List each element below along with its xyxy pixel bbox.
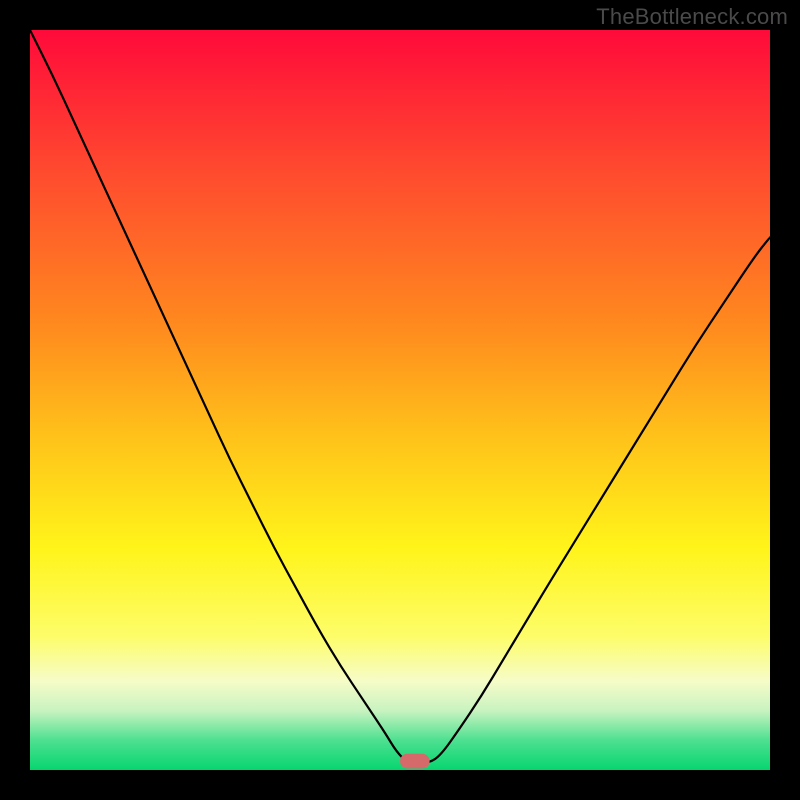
plot-area [30,30,770,770]
chart-container: TheBottleneck.com [0,0,800,800]
gradient-background [30,30,770,770]
optimal-marker [400,754,430,769]
watermark-text: TheBottleneck.com [596,4,788,30]
chart-svg [30,30,770,770]
